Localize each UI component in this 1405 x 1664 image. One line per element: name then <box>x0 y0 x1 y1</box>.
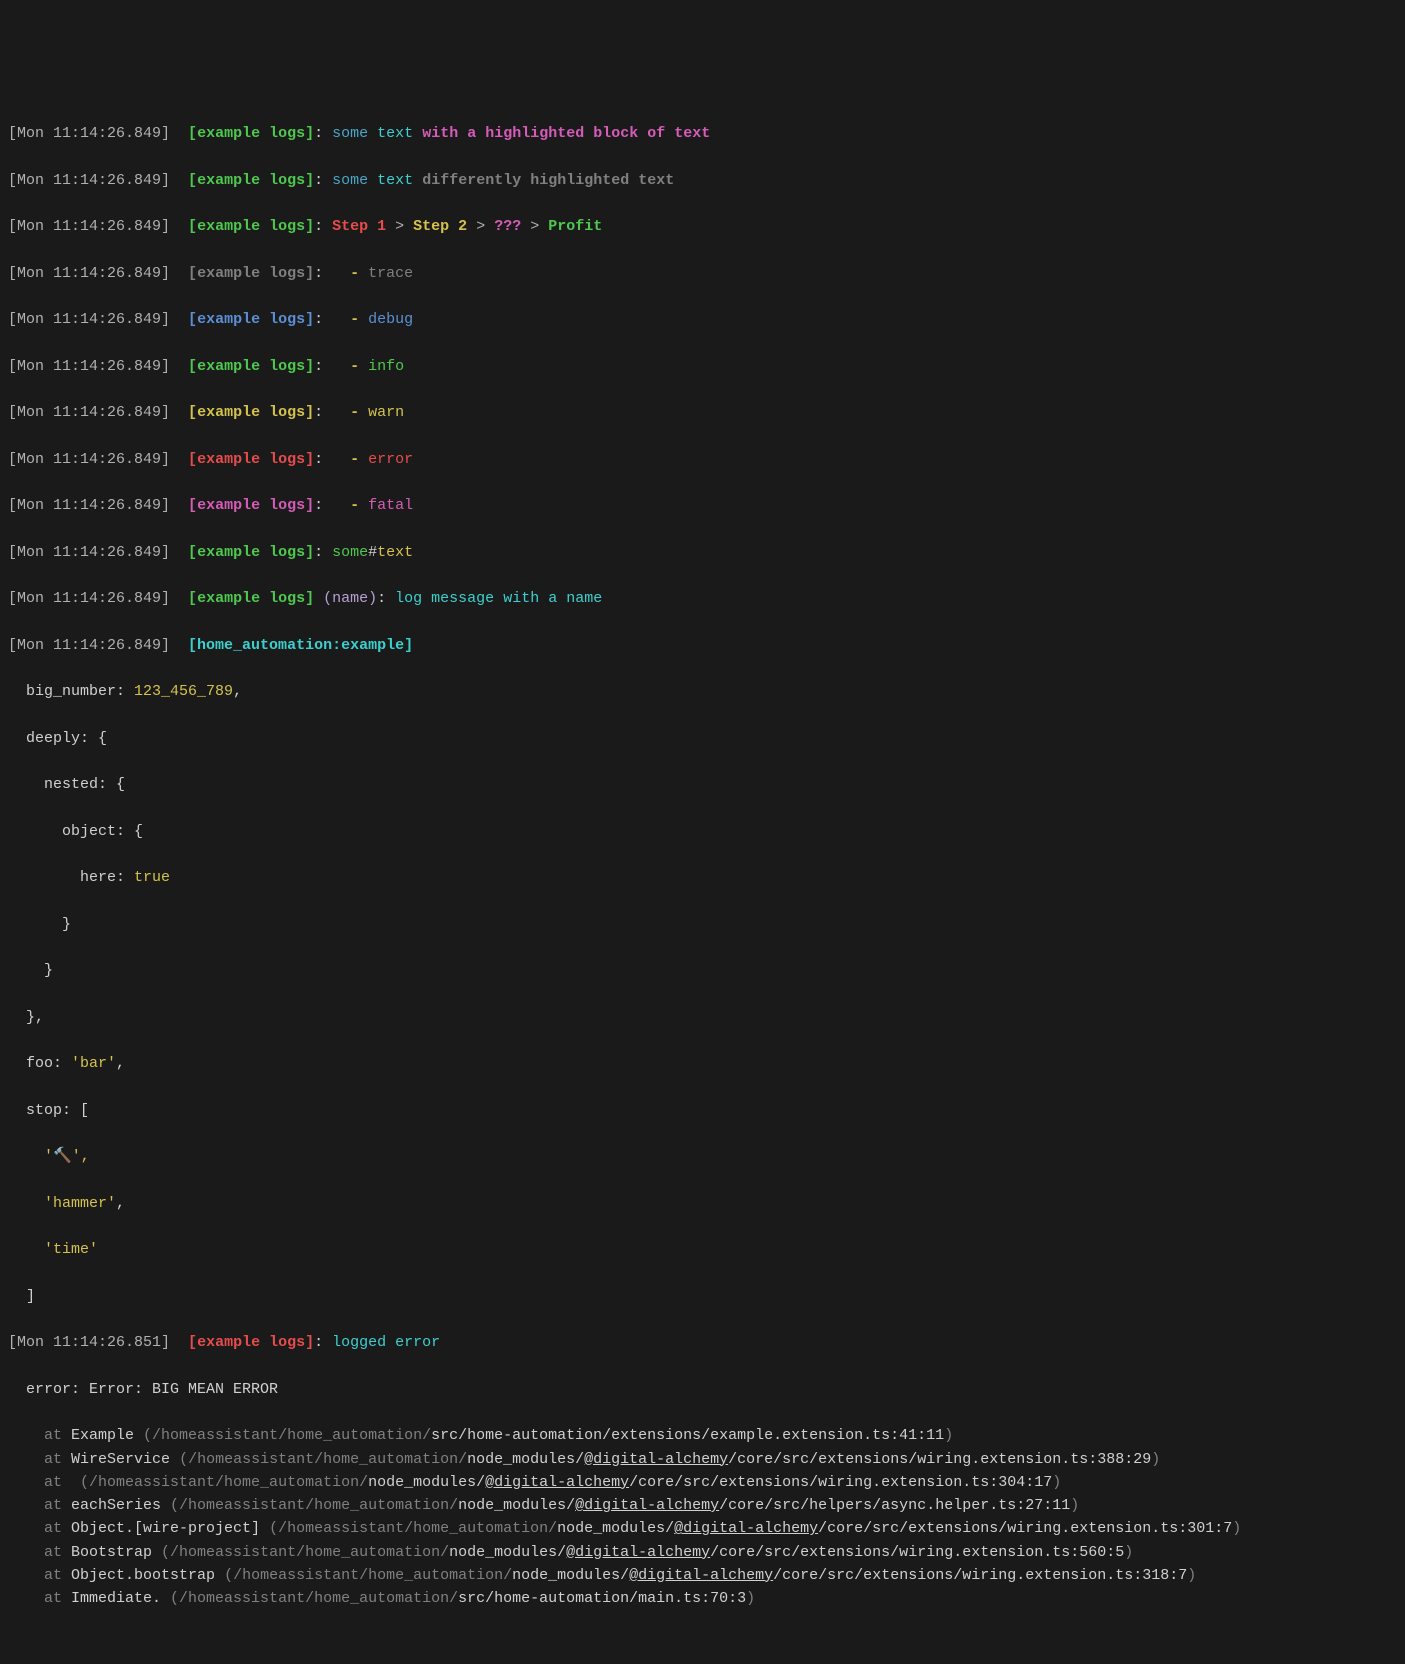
log-line-home-automation: [Mon 11:14:26.849] [home_automation:exam… <box>8 634 1397 657</box>
obj-line: } <box>8 959 1397 982</box>
obj-line: } <box>8 913 1397 936</box>
obj-line: here: true <box>8 866 1397 889</box>
log-line-trace: [Mon 11:14:26.849] [example logs]: - tra… <box>8 262 1397 285</box>
obj-line: 'time' <box>8 1238 1397 1261</box>
terminal-output: [Mon 11:14:26.849] [example logs]: some … <box>8 99 1397 1634</box>
log-line-info: [Mon 11:14:26.849] [example logs]: - inf… <box>8 355 1397 378</box>
obj-line: object: { <box>8 820 1397 843</box>
stack-frame: at (/homeassistant/home_automation/node_… <box>8 1471 1397 1494</box>
obj-line: nested: { <box>8 773 1397 796</box>
stack-trace: at Example (/homeassistant/home_automati… <box>8 1424 1397 1610</box>
log-line-fatal: [Mon 11:14:26.849] [example logs]: - fat… <box>8 494 1397 517</box>
obj-line: 'hammer', <box>8 1192 1397 1215</box>
obj-line: deeply: { <box>8 727 1397 750</box>
stack-frame: at Example (/homeassistant/home_automati… <box>8 1424 1397 1447</box>
log-tag: [example logs] <box>188 125 314 142</box>
stack-frame: at Immediate. (/homeassistant/home_autom… <box>8 1587 1397 1610</box>
stack-frame: at Bootstrap (/homeassistant/home_automa… <box>8 1541 1397 1564</box>
stack-frame: at WireService (/homeassistant/home_auto… <box>8 1448 1397 1471</box>
stack-frame: at eachSeries (/homeassistant/home_autom… <box>8 1494 1397 1517</box>
log-line-named: [Mon 11:14:26.849] [example logs] (name)… <box>8 587 1397 610</box>
stack-frame: at Object.bootstrap (/homeassistant/home… <box>8 1564 1397 1587</box>
hammer-icon: 🔨 <box>53 1148 72 1165</box>
obj-line: }, <box>8 1006 1397 1029</box>
obj-line: foo: 'bar', <box>8 1052 1397 1075</box>
timestamp: [Mon 11:14:26.849] <box>8 125 170 142</box>
obj-line: ] <box>8 1285 1397 1308</box>
obj-line: big_number: 123_456_789, <box>8 680 1397 703</box>
log-line-steps: [Mon 11:14:26.849] [example logs]: Step … <box>8 215 1397 238</box>
log-line-error: [Mon 11:14:26.849] [example logs]: - err… <box>8 448 1397 471</box>
error-head: error: Error: BIG MEAN ERROR <box>8 1378 1397 1401</box>
log-line-debug: [Mon 11:14:26.849] [example logs]: - deb… <box>8 308 1397 331</box>
log-line-highlight2: [Mon 11:14:26.849] [example logs]: some … <box>8 169 1397 192</box>
stack-frame: at Object.[wire-project] (/homeassistant… <box>8 1517 1397 1540</box>
obj-line: '🔨', <box>8 1145 1397 1168</box>
log-line-logged-error: [Mon 11:14:26.851] [example logs]: logge… <box>8 1331 1397 1354</box>
log-line-warn: [Mon 11:14:26.849] [example logs]: - war… <box>8 401 1397 424</box>
log-line-highlight1: [Mon 11:14:26.849] [example logs]: some … <box>8 122 1397 145</box>
log-line-hash: [Mon 11:14:26.849] [example logs]: some#… <box>8 541 1397 564</box>
highlighted-text: with a highlighted block of text <box>422 125 710 142</box>
obj-line: stop: [ <box>8 1099 1397 1122</box>
